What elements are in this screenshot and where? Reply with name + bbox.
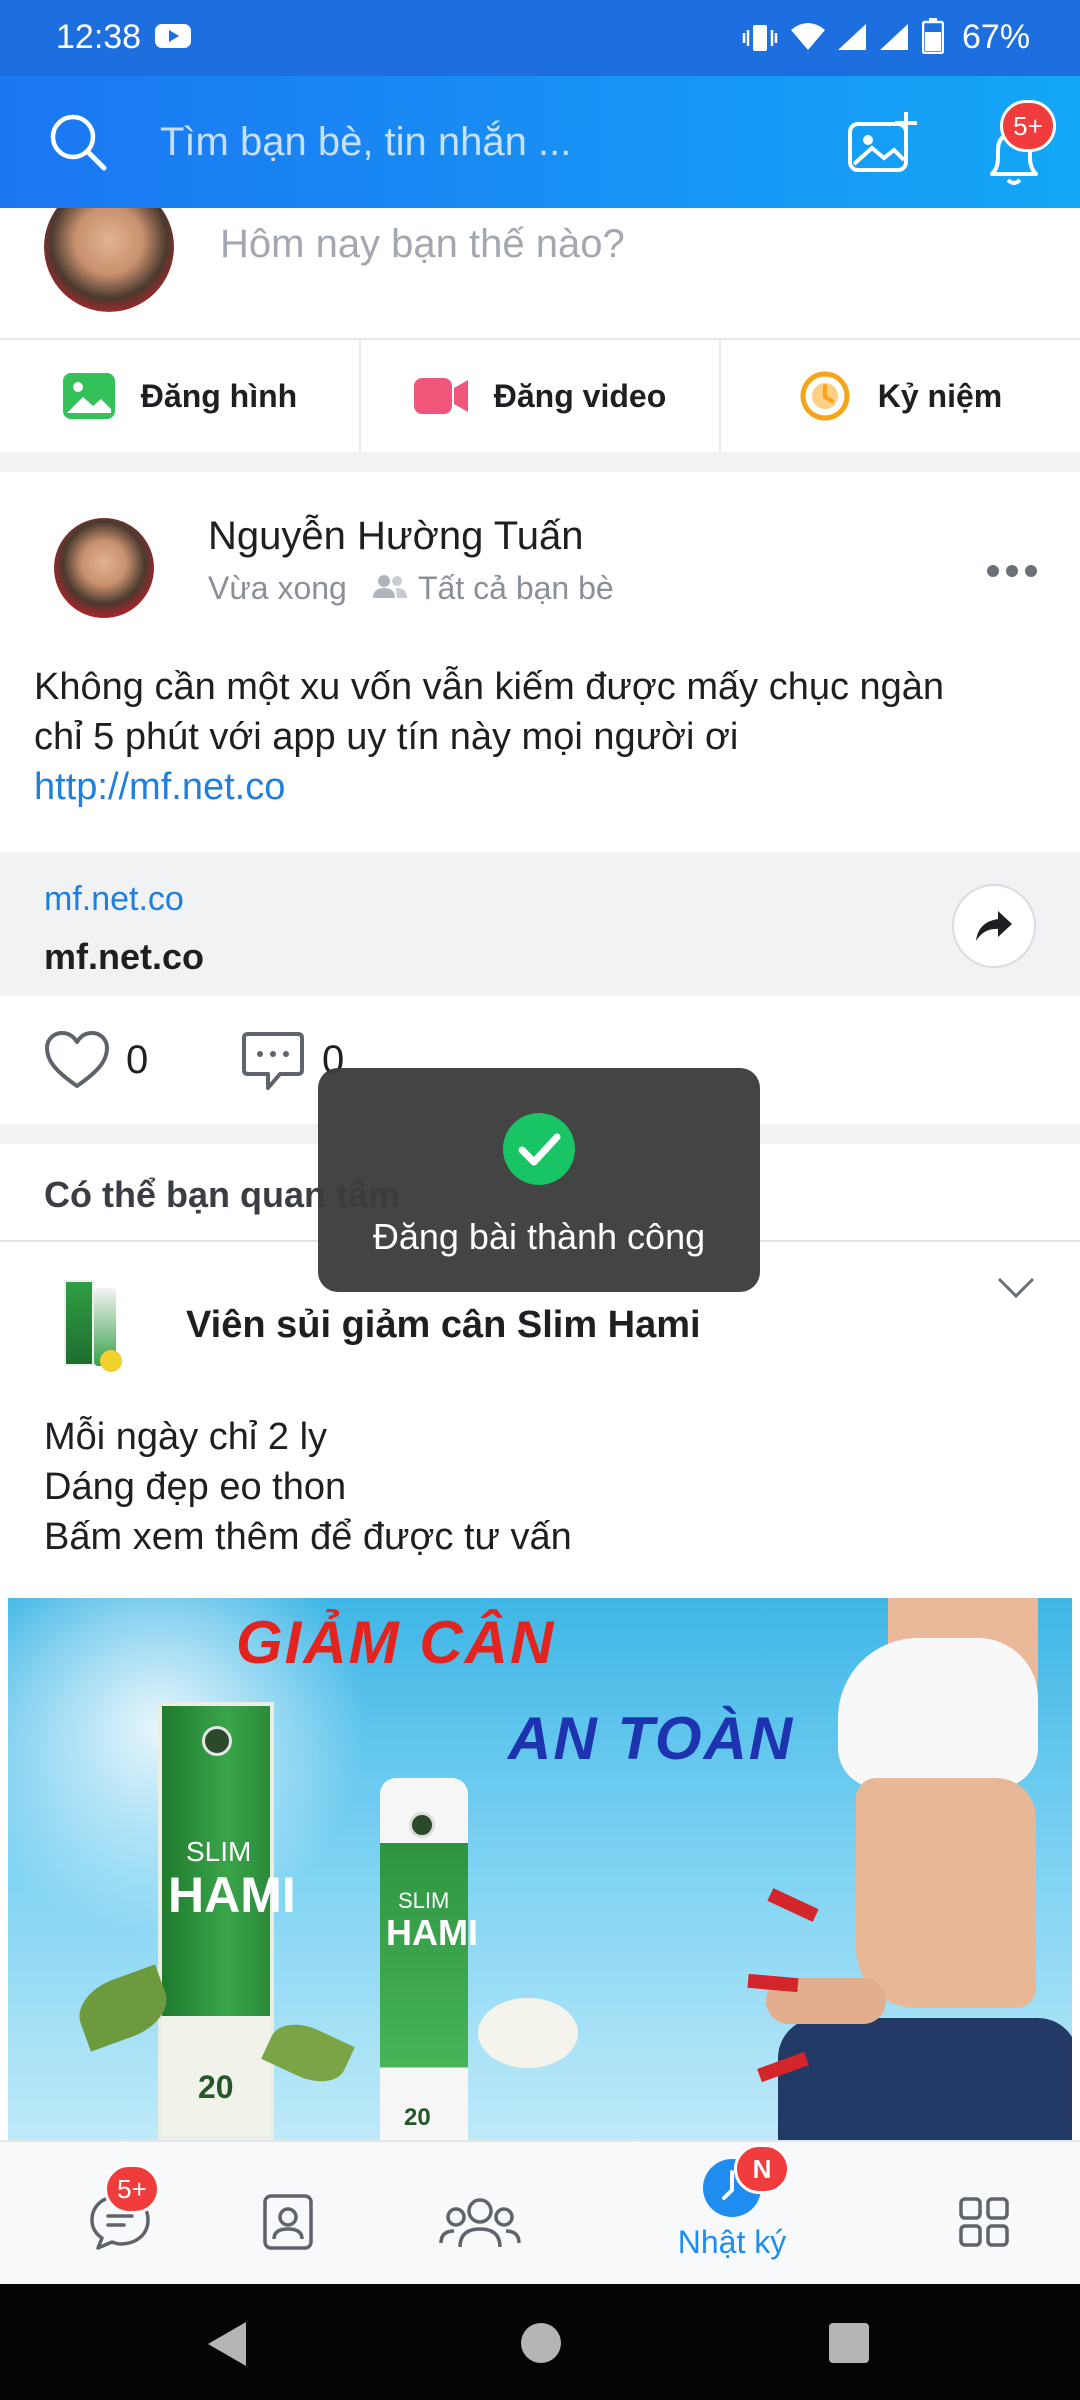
ad-line-1: Mỗi ngày chỉ 2 ly	[44, 1416, 328, 1458]
nav-more[interactable]	[904, 2140, 1064, 2284]
product-brand-large: HAMI	[168, 1867, 296, 1923]
ad-banner-image[interactable]: GIẢM CÂN AN TOÀN SLIM HAMI 20 SLIM HAMI …	[8, 1598, 1072, 2140]
share-arrow-icon	[974, 909, 1014, 943]
post-time: Vừa xong	[208, 570, 347, 606]
toast-message: Đăng bài thành công	[372, 1216, 706, 1257]
post-video-button[interactable]: Đăng video	[360, 340, 720, 452]
post-text-line-2: chỉ 5 phút với app uy tín này mọi người …	[34, 716, 739, 758]
product-box: SLIM HAMI 20	[158, 1702, 296, 2140]
toast: Đăng bài thành công	[318, 1068, 760, 1292]
link-preview[interactable]: mf.net.co mf.net.co	[0, 852, 1080, 996]
search-icon[interactable]	[48, 112, 108, 172]
post-video-label: Đăng video	[493, 377, 667, 414]
chevron-down-icon[interactable]	[996, 1276, 1036, 1300]
memories-label: Kỷ niệm	[877, 377, 1003, 414]
status-time: 12:38	[56, 18, 142, 56]
nav-contacts[interactable]	[208, 2140, 368, 2284]
post-photo-label: Đăng hình	[140, 377, 298, 414]
post-privacy: Tất cả bạn bè	[418, 570, 614, 606]
comment-icon[interactable]	[240, 1030, 306, 1092]
tube-brand-small: SLIM	[398, 1888, 450, 1913]
link-preview-title: mf.net.co	[44, 936, 205, 977]
tube-count: 20	[404, 2104, 431, 2131]
notification-badge: 5+	[1000, 100, 1056, 152]
banner-headline-1: GIẢM CÂN	[236, 1609, 556, 1676]
post-text-line-1: Không cần một xu vốn vẫn kiếm được mấy c…	[34, 666, 945, 708]
timeline-badge: N	[734, 2144, 790, 2194]
home-icon[interactable]	[520, 2322, 562, 2364]
search-input[interactable]	[160, 106, 680, 178]
ad-line-3: Bấm xem thêm để được tư vấn	[44, 1516, 572, 1558]
memories-clock-icon	[798, 369, 852, 423]
share-button[interactable]	[952, 884, 1036, 968]
friends-icon	[372, 572, 408, 600]
like-heart-icon[interactable]	[44, 1030, 110, 1090]
like-count: 0	[126, 1038, 149, 1082]
recents-icon[interactable]	[828, 2322, 870, 2364]
search-header: #search-header input::placeholder{color:…	[0, 76, 1080, 208]
groups-icon	[438, 2193, 522, 2251]
post-photo-button[interactable]: Đăng hình	[0, 340, 360, 452]
signal-icon-2	[878, 22, 910, 52]
ad-product-thumbnail[interactable]	[56, 1280, 130, 1374]
memories-button[interactable]: Kỷ niệm	[720, 340, 1080, 452]
nav-groups[interactable]	[400, 2140, 560, 2284]
vibrate-icon	[742, 22, 778, 54]
tube-brand-large: HAMI	[386, 1912, 478, 1953]
checkmark-icon	[502, 1112, 576, 1186]
banner-headline-2: AN TOÀN	[508, 1705, 795, 1772]
post-card: Nguyễn Hường Tuấn Vừa xong Tất cả bạn bè…	[0, 472, 1080, 1124]
back-icon[interactable]	[204, 2320, 248, 2368]
messages-badge: 5+	[104, 2164, 160, 2214]
product-brand-small: SLIM	[186, 1836, 252, 1867]
product-tube: SLIM HAMI 20	[380, 1778, 478, 2140]
photo-icon	[62, 373, 115, 419]
signal-icon-1	[836, 22, 868, 52]
add-photo-icon[interactable]	[846, 110, 918, 174]
timeline-label: Nhật ký	[677, 2223, 787, 2260]
post-link[interactable]: http://mf.net.co	[34, 766, 285, 809]
post-author-name[interactable]: Nguyễn Hường Tuấn	[208, 514, 583, 559]
battery-icon	[922, 18, 944, 54]
more-options-icon[interactable]	[986, 564, 1038, 578]
ad-line-2: Dáng đẹp eo thon	[44, 1466, 347, 1508]
video-camera-icon	[413, 376, 468, 416]
status-bar: 12:38 67%	[0, 0, 1080, 76]
grid-menu-icon	[958, 2196, 1010, 2248]
user-avatar[interactable]	[44, 208, 174, 312]
product-count: 20	[198, 2069, 234, 2105]
wifi-icon	[790, 22, 826, 52]
contacts-icon	[262, 2193, 314, 2251]
composer-prompt[interactable]: Hôm nay bạn thế nào?	[220, 222, 625, 267]
battery-percent: 67%	[962, 18, 1031, 56]
system-nav-bar	[0, 2284, 1080, 2400]
suggested-section: Có thể bạn quan tâm Viên sủi giảm cân Sl…	[0, 1144, 1080, 2140]
ad-title[interactable]: Viên sủi giảm cân Slim Hami	[186, 1304, 701, 1347]
model-figure	[766, 1598, 1072, 2140]
youtube-notification-icon	[155, 22, 191, 50]
link-preview-domain: mf.net.co	[44, 880, 184, 918]
post-author-avatar[interactable]	[54, 518, 154, 618]
